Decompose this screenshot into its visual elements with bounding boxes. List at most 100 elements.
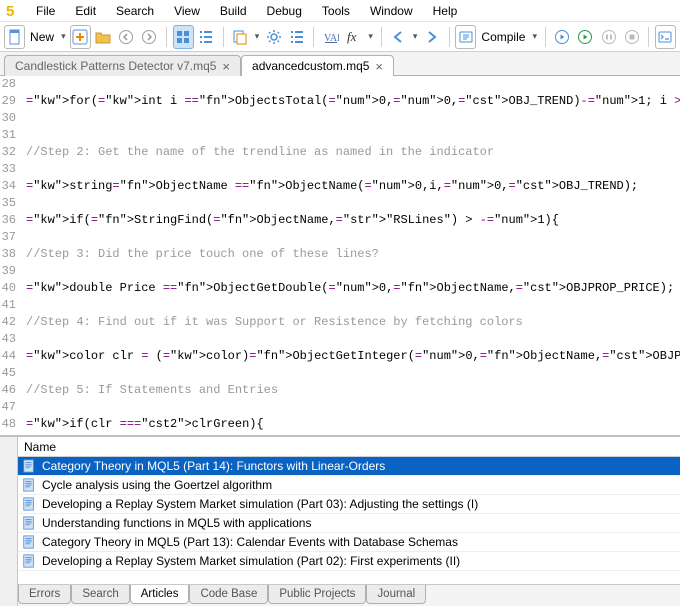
run-button[interactable]: [575, 25, 596, 49]
compile-icon[interactable]: [455, 25, 476, 49]
toolbox-tab-code-base[interactable]: Code Base: [189, 585, 268, 604]
code-text: ="kw">if: [20, 416, 84, 433]
toolbox-row[interactable]: Developing a Replay System Market simula…: [18, 552, 680, 571]
toolbox-side-tab[interactable]: Toolbox: [0, 437, 18, 606]
toolbox-row-label: Category Theory in MQL5 (Part 14): Funct…: [42, 459, 385, 473]
toolbar-separator: [381, 27, 382, 47]
toolbox-row-label: Understanding functions in MQL5 with app…: [42, 516, 311, 530]
toolbar-separator: [223, 27, 224, 47]
insert-fx-button[interactable]: [343, 25, 364, 49]
new-button[interactable]: New: [30, 30, 54, 44]
toolbox-tab-errors[interactable]: Errors: [18, 585, 71, 604]
code-text: ="kw">string: [20, 178, 112, 195]
terminal-button[interactable]: [655, 25, 676, 49]
code-line[interactable]: 36="kw">if(="fn">StringFind(="fn">Object…: [0, 212, 680, 229]
code-line[interactable]: 39: [0, 263, 680, 280]
code-line[interactable]: 35: [0, 195, 680, 212]
line-number: 36: [0, 212, 20, 229]
menu-edit[interactable]: Edit: [65, 2, 106, 20]
settings-button[interactable]: [263, 25, 284, 49]
code-text: [20, 161, 26, 178]
code-line[interactable]: 41: [0, 297, 680, 314]
code-line[interactable]: 38//Step 3: Did the price touch one of t…: [0, 246, 680, 263]
menu-search[interactable]: Search: [106, 2, 164, 20]
toolbox-row[interactable]: Category Theory in MQL5 (Part 14): Funct…: [18, 457, 680, 476]
toolbox-row-label: Category Theory in MQL5 (Part 13): Calen…: [42, 535, 458, 549]
view-grid-button[interactable]: [173, 25, 194, 49]
toolbox-tab-public-projects[interactable]: Public Projects: [268, 585, 366, 604]
pause-button[interactable]: [598, 25, 619, 49]
toolbox-list[interactable]: Category Theory in MQL5 (Part 14): Funct…: [18, 457, 680, 584]
menu-help[interactable]: Help: [423, 2, 468, 20]
toolbox-row[interactable]: Category Theory in MQL5 (Part 13): Calen…: [18, 533, 680, 552]
code-line[interactable]: 40="kw">double Price = ="fn">ObjectGetDo…: [0, 280, 680, 297]
view-list-button[interactable]: [196, 25, 217, 49]
toolbox-row-label: Developing a Replay System Market simula…: [42, 497, 478, 511]
toolbox-tab-articles[interactable]: Articles: [130, 585, 190, 604]
code-line[interactable]: 45: [0, 365, 680, 382]
nav-back-dropdown-icon[interactable]: ▾: [411, 31, 420, 42]
code-line[interactable]: 47: [0, 399, 680, 416]
code-line[interactable]: 46//Step 5: If Statements and Entries: [0, 382, 680, 399]
menu-build[interactable]: Build: [210, 2, 257, 20]
stop-button[interactable]: [621, 25, 642, 49]
nav-forward-button[interactable]: [421, 25, 442, 49]
close-icon[interactable]: ×: [222, 60, 230, 73]
toolbox-panel: × Toolbox Name Category Theory in MQL5 (…: [0, 435, 680, 606]
code-editor[interactable]: 2829="kw">for(="kw">int i = ="fn">Object…: [0, 76, 680, 435]
code-line[interactable]: 31: [0, 127, 680, 144]
new-file-icon[interactable]: [4, 25, 25, 49]
code-line[interactable]: 28: [0, 76, 680, 93]
code-line[interactable]: 33: [0, 161, 680, 178]
code-line[interactable]: 34="kw">string ="fn">ObjectName = ="fn">…: [0, 178, 680, 195]
toolbox-tab-journal[interactable]: Journal: [366, 585, 426, 604]
history-back-button[interactable]: [116, 25, 137, 49]
new-dropdown-icon[interactable]: ▾: [59, 31, 68, 42]
code-line[interactable]: 42//Step 4: Find out if it was Support o…: [0, 314, 680, 331]
code-line[interactable]: 44="kw">color clr = (="kw">color)="fn">O…: [0, 348, 680, 365]
menu-file[interactable]: File: [26, 2, 65, 20]
history-forward-button[interactable]: [139, 25, 160, 49]
compile-dropdown-icon[interactable]: ▾: [530, 31, 539, 42]
toolbox-row[interactable]: Cycle analysis using the Goertzel algori…: [18, 476, 680, 495]
article-icon: [22, 535, 36, 549]
toolbox-row-label: Developing a Replay System Market simula…: [42, 554, 460, 568]
line-number: 48: [0, 416, 20, 433]
menu-tools[interactable]: Tools: [312, 2, 360, 20]
copy-dropdown-icon[interactable]: ▾: [253, 31, 262, 42]
code-text: [20, 110, 26, 127]
open-folder-button[interactable]: [93, 25, 114, 49]
toolbox-tab-search[interactable]: Search: [71, 585, 129, 604]
styler-button[interactable]: [286, 25, 307, 49]
toolbox-column-header[interactable]: Name: [18, 437, 680, 457]
code-line[interactable]: 32//Step 2: Get the name of the trendlin…: [0, 144, 680, 161]
toolbox-row[interactable]: Developing a Replay System Market simula…: [18, 495, 680, 514]
code-line[interactable]: 43: [0, 331, 680, 348]
code-line[interactable]: 37: [0, 229, 680, 246]
copy-button[interactable]: [230, 25, 251, 49]
code-line[interactable]: 30: [0, 110, 680, 127]
line-number: 35: [0, 195, 20, 212]
editor-tab[interactable]: advancedcustom.mq5 ×: [241, 55, 394, 76]
nav-back-button[interactable]: [388, 25, 409, 49]
toolbox-row[interactable]: Understanding functions in MQL5 with app…: [18, 514, 680, 533]
debug-start-button[interactable]: [552, 25, 573, 49]
compile-button[interactable]: Compile: [481, 30, 525, 44]
editor-tab-label: advancedcustom.mq5: [252, 59, 369, 73]
add-button[interactable]: [70, 25, 91, 49]
menu-view[interactable]: View: [164, 2, 210, 20]
code-text: [20, 229, 26, 246]
code-line[interactable]: 29="kw">for(="kw">int i = ="fn">ObjectsT…: [0, 93, 680, 110]
code-text: //Step 4: Find out if it was Support or …: [20, 314, 523, 331]
code-text: ="kw">double: [20, 280, 112, 297]
editor-tab[interactable]: Candlestick Patterns Detector v7.mq5 ×: [4, 55, 241, 76]
fx-dropdown-icon[interactable]: ▾: [366, 31, 375, 42]
insert-var-button[interactable]: [320, 25, 341, 49]
article-icon: [22, 478, 36, 492]
menu-window[interactable]: Window: [360, 2, 423, 20]
code-line[interactable]: 48="kw">if(clr == ="cst2">clrGreen){: [0, 416, 680, 433]
menu-debug[interactable]: Debug: [257, 2, 312, 20]
code-text: [20, 331, 26, 348]
toolbar-separator: [449, 27, 450, 47]
close-icon[interactable]: ×: [375, 60, 383, 73]
